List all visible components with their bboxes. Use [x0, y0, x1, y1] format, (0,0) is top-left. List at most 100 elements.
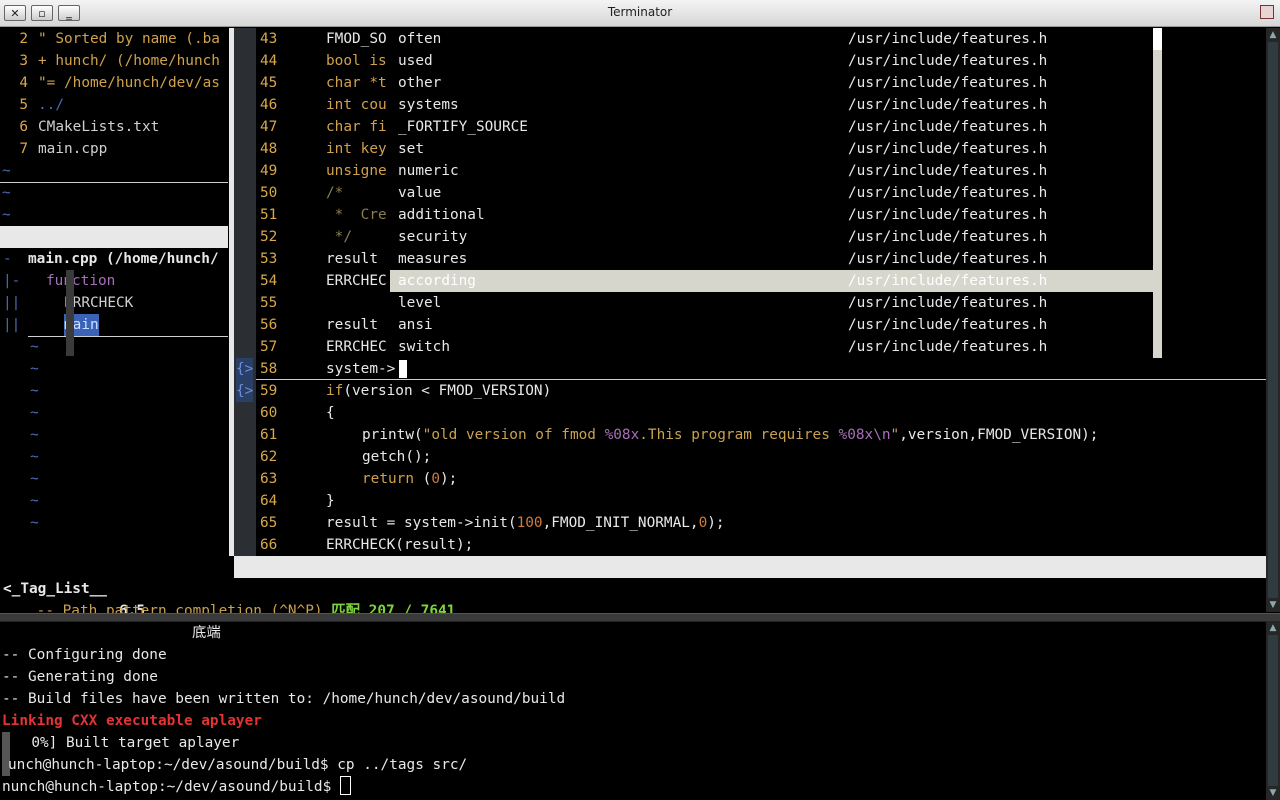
- code-line[interactable]: return (0);: [362, 468, 457, 490]
- line-number: 60: [260, 405, 278, 421]
- line-number: 2: [19, 31, 28, 47]
- completion-item[interactable]: other/usr/include/features.h: [390, 72, 1153, 94]
- sign-marker: {>: [236, 358, 254, 380]
- completion-item[interactable]: numeric/usr/include/features.h: [390, 160, 1153, 182]
- tag-list-status: <_Tag_List__ 6,5 底端: [0, 556, 228, 641]
- file-list-window[interactable]: 2 " Sorted by name (.ba 3 + hunch/ (/home/h…: [0, 28, 228, 226]
- completion-word: measures: [398, 251, 468, 267]
- code-line[interactable]: */: [326, 226, 352, 248]
- code-line[interactable]: system->: [326, 358, 395, 380]
- tag-file-entry: main.cpp (/home/hunch/: [28, 251, 219, 267]
- code-line[interactable]: unsigne: [326, 160, 387, 182]
- code-line[interactable]: printw("old version of fmod %08x.This pr…: [362, 424, 1098, 446]
- line-number: 44: [260, 53, 278, 69]
- completion-source: /usr/include/features.h: [848, 163, 1048, 179]
- scroll-thumb[interactable]: [1268, 42, 1278, 598]
- terminal-pane[interactable]: -- Configuring done -- Generating done -- …: [0, 621, 1266, 800]
- code-line[interactable]: getch();: [362, 446, 431, 468]
- scroll-up-icon[interactable]: ▲: [1266, 28, 1280, 42]
- completion-item[interactable]: often/usr/include/features.h: [390, 28, 1153, 50]
- code-line[interactable]: int key: [326, 138, 387, 160]
- file-list-line[interactable]: 6 CMakeLists.txt: [0, 116, 228, 138]
- window-menu-icon[interactable]: [1260, 5, 1274, 19]
- file-list-line[interactable]: 2 " Sorted by name (.ba: [0, 28, 228, 50]
- command-message: -- Path pattern completion (^N^P) 匹配 207…: [36, 603, 456, 619]
- code-line[interactable]: result: [326, 314, 378, 336]
- code-line[interactable]: result: [326, 248, 378, 270]
- file-list-line[interactable]: 5 ../: [0, 94, 228, 116]
- code-line[interactable]: result = system->init(100,FMOD_INIT_NORM…: [326, 512, 725, 534]
- completion-word: set: [398, 141, 424, 157]
- scroll-down-icon[interactable]: ▼: [1266, 598, 1280, 612]
- line-number: 66: [260, 537, 278, 553]
- completion-word: switch: [398, 339, 450, 355]
- file-list-line[interactable]: 4 "= /home/hunch/dev/as: [0, 72, 228, 94]
- code-line[interactable]: char *t: [326, 72, 387, 94]
- completion-item-selected[interactable]: according/usr/include/features.h: [390, 270, 1153, 292]
- code-token: (version < FMOD_VERSION): [343, 383, 552, 399]
- code-token: printw(: [362, 427, 423, 443]
- top-pane-scrollbar[interactable]: ▲ ▼: [1266, 28, 1280, 612]
- completion-item[interactable]: security/usr/include/features.h: [390, 226, 1153, 248]
- code-token: ,FMOD_INIT_NORMAL,: [542, 515, 699, 531]
- code-line[interactable]: }: [326, 490, 335, 512]
- code-line[interactable]: if(version < FMOD_VERSION): [326, 380, 551, 402]
- completion-item[interactable]: ansi/usr/include/features.h: [390, 314, 1153, 336]
- code-token: (: [413, 471, 432, 487]
- file-list-line[interactable]: 3 + hunch/ (/home/hunch: [0, 50, 228, 72]
- completion-source: /usr/include/features.h: [848, 119, 1048, 135]
- bottom-pane-scrollbar[interactable]: ▲ ▼: [1266, 621, 1280, 800]
- completion-item[interactable]: systems/usr/include/features.h: [390, 94, 1153, 116]
- code-line[interactable]: bool is: [326, 50, 387, 72]
- editor-window[interactable]: 43 FMOD_SO 44 bool is 45 char *t 46 int cou 47 ch…: [234, 28, 1266, 556]
- editor-status: ~/dev/asound/src/main.cpp [+] 58,10-13 1…: [234, 556, 1266, 641]
- code-token: );: [439, 471, 458, 487]
- window-title: Terminator: [607, 5, 673, 19]
- file-list-entry: ../: [38, 97, 64, 113]
- code-line[interactable]: char fi: [326, 116, 387, 138]
- scroll-thumb[interactable]: [1268, 635, 1278, 786]
- code-token: return: [362, 471, 414, 487]
- tag-list-line[interactable]: || main: [0, 314, 228, 336]
- completion-item[interactable]: set/usr/include/features.h: [390, 138, 1153, 160]
- code-line[interactable]: int cou: [326, 94, 387, 116]
- terminal-prompt-line[interactable]: nunch@hunch-laptop:~/dev/asound/build$: [2, 776, 351, 798]
- empty-line-marker: ~: [2, 185, 11, 201]
- completion-popup[interactable]: often/usr/include/features.h used/usr/inc…: [390, 28, 1162, 358]
- tag-list-line[interactable]: || ERRCHECK: [0, 292, 228, 314]
- empty-line-marker: ~: [30, 405, 39, 421]
- code-line[interactable]: {: [326, 402, 335, 424]
- code-line[interactable]: FMOD_SO: [326, 28, 387, 50]
- popup-scrollbar-thumb[interactable]: [1153, 28, 1162, 50]
- empty-line-marker: ~: [30, 471, 39, 487]
- code-token: 0: [431, 471, 440, 487]
- sign-marker: {>: [236, 380, 254, 402]
- scroll-up-icon[interactable]: ▲: [1266, 621, 1280, 635]
- sign-column: [234, 28, 256, 556]
- completion-item[interactable]: value/usr/include/features.h: [390, 182, 1153, 204]
- completion-item[interactable]: level/usr/include/features.h: [390, 292, 1153, 314]
- line-number: 59: [260, 383, 278, 399]
- completion-item[interactable]: additional/usr/include/features.h: [390, 204, 1153, 226]
- tag-list-window[interactable]: - main.cpp (/home/hunch/ |- function || ERRCH…: [0, 248, 228, 556]
- vim-pane[interactable]: 2 " Sorted by name (.ba 3 + hunch/ (/home/h…: [0, 28, 1266, 641]
- code-line[interactable]: ERRCHEC: [326, 336, 387, 358]
- tag-list-line[interactable]: - main.cpp (/home/hunch/: [0, 248, 228, 270]
- completion-item[interactable]: used/usr/include/features.h: [390, 50, 1153, 72]
- scroll-down-icon[interactable]: ▼: [1266, 786, 1280, 800]
- completion-item[interactable]: _FORTIFY_SOURCE/usr/include/features.h: [390, 116, 1153, 138]
- completion-word: security: [398, 229, 468, 245]
- code-line[interactable]: /*: [326, 182, 343, 204]
- popup-scrollbar-track[interactable]: [1153, 50, 1162, 358]
- tag-list-line[interactable]: |- function: [0, 270, 228, 292]
- line-number: 62: [260, 449, 278, 465]
- completion-item[interactable]: measures/usr/include/features.h: [390, 248, 1153, 270]
- code-line[interactable]: ERRCHEC: [326, 270, 387, 292]
- completion-item[interactable]: switch/usr/include/features.h: [390, 336, 1153, 358]
- file-list-line[interactable]: 7 main.cpp: [0, 138, 228, 160]
- code-line[interactable]: ERRCHECK(result);: [326, 534, 473, 556]
- code-token: ": [890, 427, 900, 443]
- terminal-output-line: -- Generating done: [2, 669, 158, 685]
- code-line[interactable]: * Cre: [326, 204, 387, 226]
- fold-marker: ||: [3, 295, 21, 311]
